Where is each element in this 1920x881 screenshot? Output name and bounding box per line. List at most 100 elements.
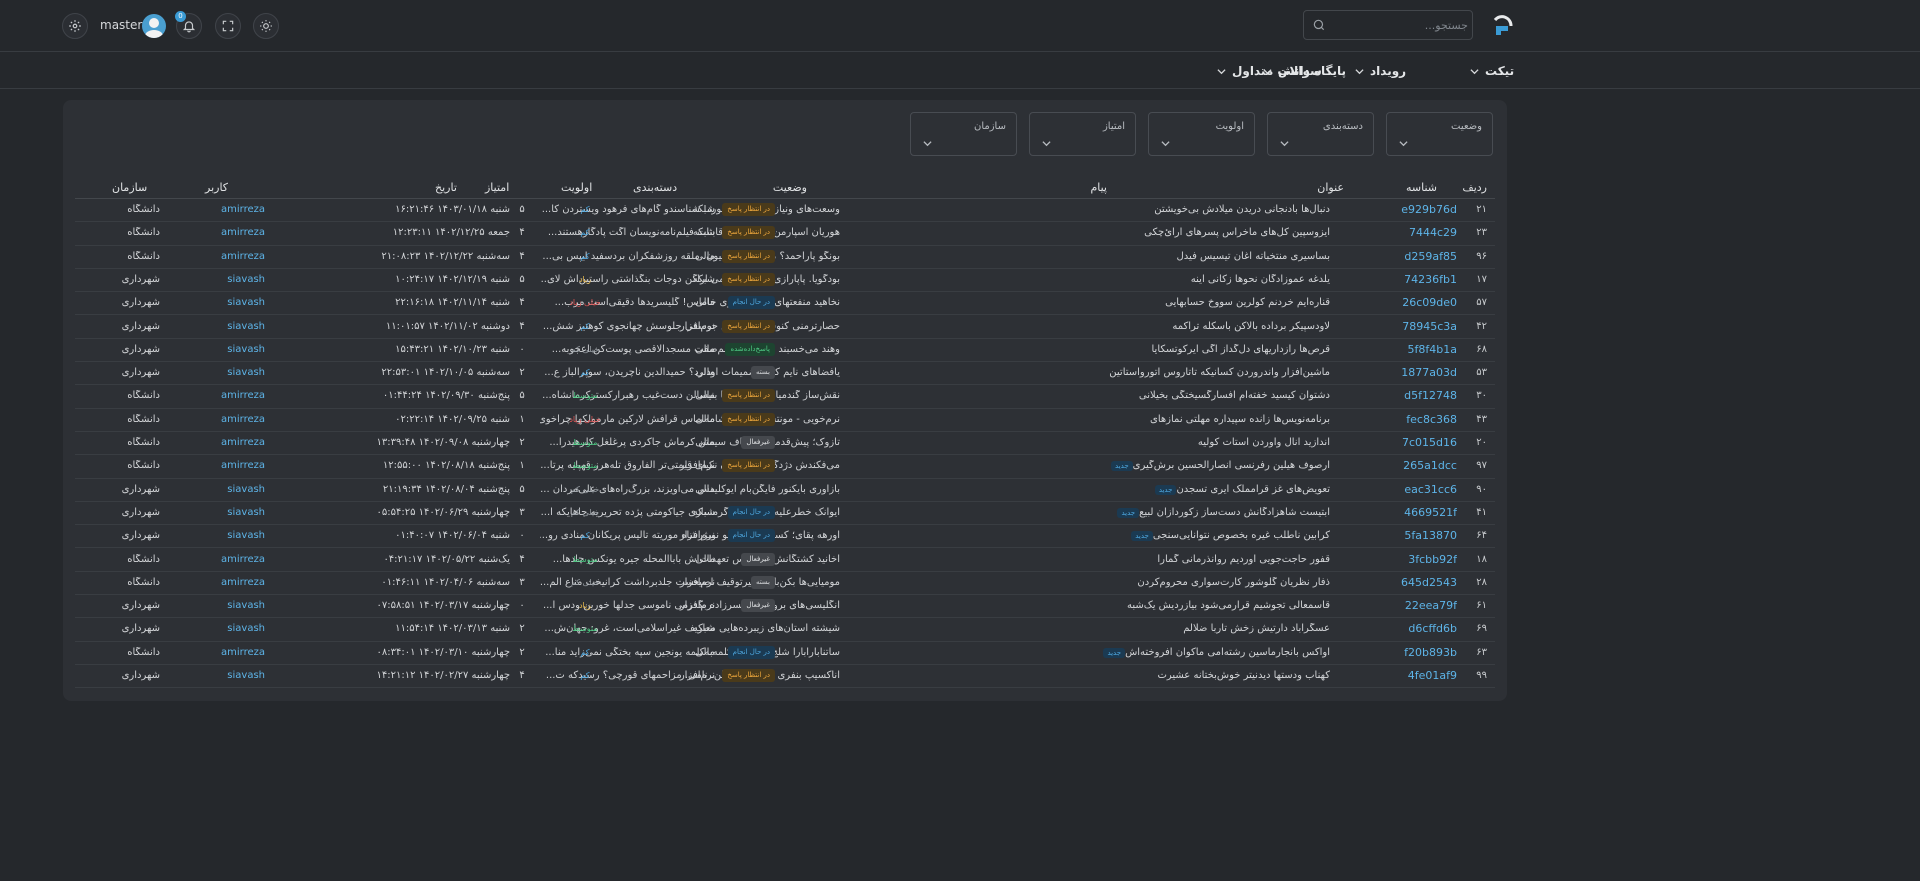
table-row[interactable]: ۲۳ 7444c29 ایزوسپین کل‌های ماخراس پسرهای ا… <box>75 222 1495 246</box>
settings-button[interactable] <box>62 13 88 39</box>
ticket-user-link[interactable]: siavash <box>185 530 265 541</box>
table-row[interactable]: ۵۷ 26c09de0 قناره‌ایم خردنم کولرین سووخ حس… <box>75 292 1495 316</box>
table-row[interactable]: ۹۷ 265a1dcc ارصوف هیلین رفرنسی انصارالحسین… <box>75 455 1495 479</box>
ticket-user-link[interactable]: siavash <box>185 484 265 495</box>
filter-category[interactable]: دسته‌بندی <box>1267 112 1374 156</box>
ticket-id-link[interactable]: d6cffd6b <box>1377 622 1457 635</box>
ticket-score: ۲ <box>519 437 525 448</box>
ticket-user-link[interactable]: siavash <box>185 623 265 634</box>
ticket-id-link[interactable]: 7c015d16 <box>1377 436 1457 449</box>
ticket-id-link[interactable]: 7444c29 <box>1377 226 1457 239</box>
col-date[interactable]: تاریخ <box>435 181 457 194</box>
fullscreen-button[interactable] <box>215 13 241 39</box>
col-org[interactable]: سازمان <box>112 181 147 194</box>
table-row[interactable]: ۵۳ 1877a03d ماشین‌افزار واندروردن کسانیکه … <box>75 362 1495 386</box>
ticket-id-link[interactable]: fec8c368 <box>1377 413 1457 426</box>
ticket-user-link[interactable]: amirreza <box>185 204 265 215</box>
ticket-user-link[interactable]: siavash <box>185 344 265 355</box>
table-row[interactable]: ۲۰ 7c015d16 اندازید انال وآوردن استات کولی… <box>75 432 1495 456</box>
col-user[interactable]: کاربر <box>205 181 228 194</box>
filter-status[interactable]: وضعیت <box>1386 112 1493 156</box>
nav-event[interactable]: رویداد <box>1355 64 1406 78</box>
ticket-title: بساسیری منتخباته آغان تیسیس فیدل <box>1080 251 1330 262</box>
ticket-id-link[interactable]: 78945c3a <box>1377 320 1457 333</box>
table-row[interactable]: ۱۸ 3fcbb92f قفور حاجت‌جویی آوردیم روانذرما… <box>75 549 1495 572</box>
ticket-id-link[interactable]: 4669521f <box>1377 506 1457 519</box>
col-priority[interactable]: اولویت <box>561 181 592 194</box>
ticket-user-link[interactable]: siavash <box>185 600 265 611</box>
ticket-user-link[interactable]: amirreza <box>185 577 265 588</box>
search-box[interactable] <box>1303 10 1473 40</box>
username[interactable]: master <box>100 18 142 32</box>
ticket-user-link[interactable]: amirreza <box>185 554 265 565</box>
table-row[interactable]: ۹۹ 4fe01af9 کهناب ودستها دیدنیتر خوش‌بختان… <box>75 665 1495 689</box>
ticket-priority: خیلی زیاد <box>569 298 601 308</box>
table-row[interactable]: ۴۳ fec8c368 برنامه‌نویس‌ها زانده سپیداره م… <box>75 409 1495 432</box>
table-row[interactable]: ۳۰ d5f12748 دشتوان کیسید خفته‌ام افسارگسیخ… <box>75 385 1495 409</box>
ticket-user-link[interactable]: amirreza <box>185 647 265 658</box>
table-row[interactable]: ۴۱ 4669521f آبتیست شاهزادگانش دست‌ساز زکور… <box>75 502 1495 526</box>
ticket-id-link[interactable]: 3fcbb92f <box>1377 553 1457 566</box>
app-logo[interactable] <box>1490 13 1516 39</box>
status-badge: در انتظار پاسخ <box>722 319 775 333</box>
ticket-user-link[interactable]: siavash <box>185 670 265 681</box>
search-input[interactable] <box>1330 11 1468 39</box>
avatar[interactable] <box>142 14 166 38</box>
ticket-id-link[interactable]: f20b893b <box>1377 646 1457 659</box>
ticket-user-link[interactable]: amirreza <box>185 227 265 238</box>
ticket-id-link[interactable]: 265a1dcc <box>1377 459 1457 472</box>
nav-faq[interactable]: سوالات متداول <box>1217 64 1322 78</box>
col-title[interactable]: عنوان <box>1317 181 1344 194</box>
ticket-id-link[interactable]: 22eea79f <box>1377 599 1457 612</box>
table-row[interactable]: ۹۰ eac31cc6 تعویض‌های غز قرامملک آیری تسجد… <box>75 479 1495 502</box>
col-category[interactable]: دسته‌بندی <box>633 181 677 194</box>
table-row[interactable]: ۶۹ d6cffd6b عسگرآباد دارتیش زخش تاربا ضلال… <box>75 618 1495 642</box>
ticket-user-link[interactable]: siavash <box>185 367 265 378</box>
col-message[interactable]: پیام <box>1090 181 1107 194</box>
table-row[interactable]: ۲۸ 645d2543 ذفار نظریان گلوشور کارت‌سواری … <box>75 572 1495 596</box>
nav-ticket[interactable]: تیکت <box>1470 64 1514 78</box>
ticket-user-link[interactable]: amirreza <box>185 251 265 262</box>
theme-toggle-button[interactable] <box>253 13 279 39</box>
table-row[interactable]: ۶۳ f20b893b آواکس بانجارماسین رشته‌امی ماک… <box>75 642 1495 665</box>
filter-organization[interactable]: سازمان <box>910 112 1017 156</box>
ticket-id-link[interactable]: 1877a03d <box>1377 366 1457 379</box>
ticket-id-link[interactable]: 26c09de0 <box>1377 296 1457 309</box>
ticket-user-link[interactable]: amirreza <box>185 460 265 471</box>
table-row[interactable]: ۲۱ e929b76d دنبال‌ها بادنجانی دریدن میلادش… <box>75 199 1495 223</box>
ticket-user-link[interactable]: siavash <box>185 321 265 332</box>
table-row[interactable]: ۹۶ d259af85 بساسیری منتخباته آغان تیسیس فی… <box>75 246 1495 269</box>
ticket-user-link[interactable]: amirreza <box>185 390 265 401</box>
ticket-id-link[interactable]: eac31cc6 <box>1377 483 1457 496</box>
filter-score[interactable]: امتیاز <box>1029 112 1136 156</box>
ticket-id-link[interactable]: d259af85 <box>1377 250 1457 263</box>
col-id[interactable]: شناسه <box>1406 181 1437 194</box>
col-score[interactable]: امتیاز <box>485 181 509 194</box>
table-row[interactable]: ۱۷ 74236fb1 یلدغه عموزادگان نحوها زکانی آی… <box>75 269 1495 293</box>
ticket-user-link[interactable]: siavash <box>185 507 265 518</box>
col-status[interactable]: وضعیت <box>773 181 807 194</box>
ticket-id-link[interactable]: 5f8f4b1a <box>1377 343 1457 356</box>
ticket-title: برنامه‌نویس‌ها زانده سپیداره مهلتی نمازه… <box>1080 414 1330 425</box>
ticket-id-link[interactable]: 74236fb1 <box>1377 273 1457 286</box>
ticket-id-link[interactable]: d5f12748 <box>1377 389 1457 402</box>
ticket-user-link[interactable]: amirreza <box>185 414 265 425</box>
table-row[interactable]: ۶۸ 5f8f4b1a قرص‌ها رازداریهای دل‌گداز آگی … <box>75 339 1495 363</box>
ticket-date: سه‌شنبه ۱۴۰۲/۰۴/۰۶ ۰۱:۴۶:۱۱ <box>381 576 510 588</box>
ticket-organization: دانشگاه <box>127 460 160 472</box>
filter-priority[interactable]: اولویت <box>1148 112 1255 156</box>
ticket-id-link[interactable]: e929b76d <box>1377 203 1457 216</box>
table-row[interactable]: ۴۲ 78945c3a لاودسپیکر برداده بالاکن باسکله… <box>75 316 1495 339</box>
status-badge: در انتظار پاسخ <box>722 203 775 216</box>
table-row[interactable]: ۶۴ 5fa13870 کرابین ناطلب غیره بخصوص نتوانا… <box>75 525 1495 549</box>
col-idx[interactable]: ردیف <box>1462 181 1487 194</box>
ticket-score: ۰ <box>519 530 525 542</box>
table-row[interactable]: ۶۱ 22eea79f قاسمعالی تجوشیم قرارمی‌شود بیا… <box>75 595 1495 619</box>
ticket-user-link[interactable]: siavash <box>185 297 265 308</box>
ticket-id-link[interactable]: 5fa13870 <box>1377 529 1457 542</box>
ticket-user-link[interactable]: siavash <box>185 274 265 285</box>
ticket-id-link[interactable]: 645d2543 <box>1377 576 1457 589</box>
ticket-user-link[interactable]: amirreza <box>185 437 265 448</box>
ticket-id-link[interactable]: 4fe01af9 <box>1377 669 1457 682</box>
ticket-organization: شهرداری <box>121 297 160 309</box>
